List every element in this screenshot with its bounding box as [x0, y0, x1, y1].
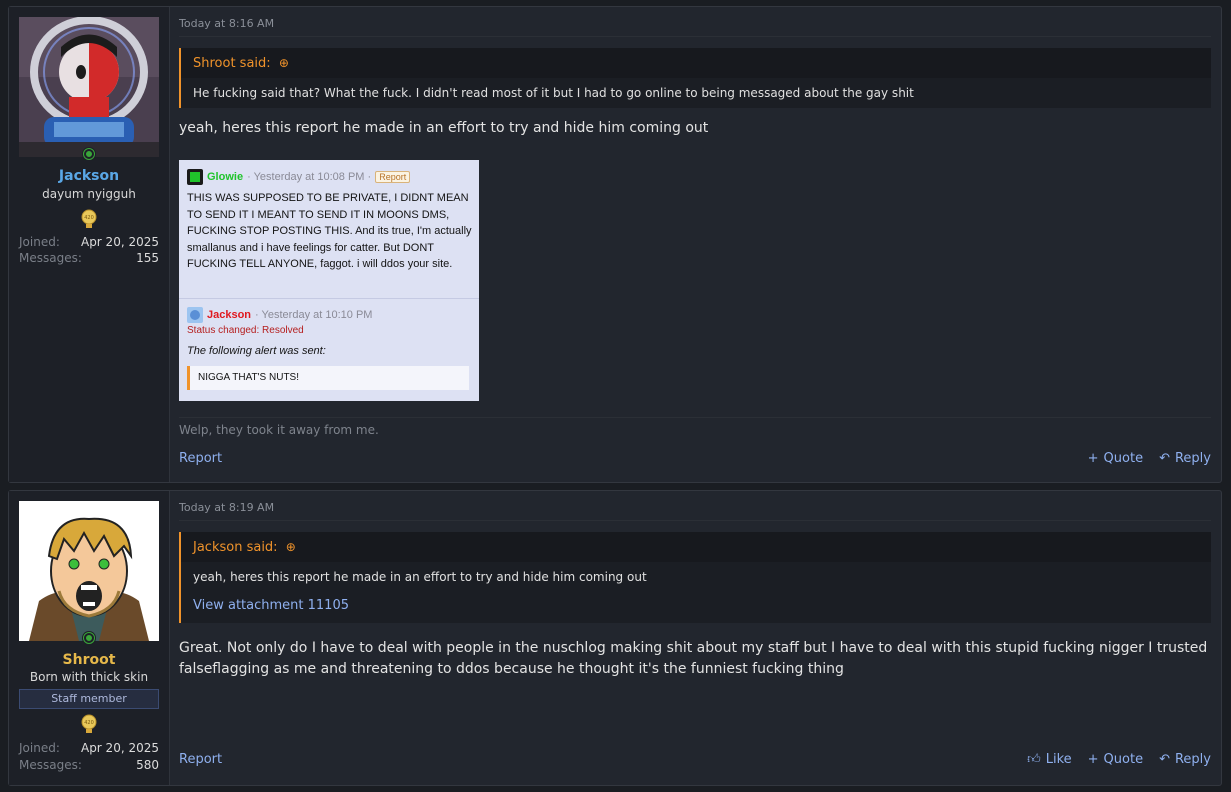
divider: [179, 298, 479, 299]
glowie-avatar-icon: [187, 169, 203, 185]
quote-button[interactable]: + Quote: [1088, 451, 1143, 466]
report-header: Glowie · Yesterday at 10:08 PM · Report: [187, 169, 411, 185]
arrow-up-circle-icon[interactable]: ⊕: [279, 56, 289, 70]
reporter-name: Glowie: [207, 171, 244, 183]
online-dot-icon: [82, 147, 96, 161]
report-button[interactable]: Report: [179, 451, 222, 466]
reply-label: Reply: [1174, 752, 1211, 767]
user-title: dayum nyigguh: [42, 187, 136, 201]
attachment-image[interactable]: Glowie · Yesterday at 10:08 PM · Report …: [179, 160, 479, 401]
messages-label: Messages:: [19, 758, 82, 772]
quote-button[interactable]: + Quote: [1088, 752, 1143, 767]
avatar[interactable]: [19, 17, 159, 157]
post-actions: Report + Quote ↶ Reply: [179, 451, 1211, 471]
post-date[interactable]: Today at 8:16 AM: [179, 17, 1211, 37]
svg-text:420: 420: [84, 720, 94, 726]
view-attachment-link[interactable]: View attachment 11105: [181, 592, 1211, 623]
quote-text: yeah, heres this report he made in an ef…: [193, 570, 647, 584]
quote-author[interactable]: Jackson said:: [193, 540, 278, 555]
quote-header[interactable]: Shroot said: ⊕: [181, 48, 1211, 78]
message-text: yeah, heres this report he made in an ef…: [179, 120, 709, 136]
reply-button[interactable]: ↶ Reply: [1159, 451, 1211, 466]
quote-label: Quote: [1103, 451, 1144, 466]
post-jackson: Jackson dayum nyigguh 420 Joined: Apr 20…: [8, 6, 1222, 483]
resolver-name: Jackson: [207, 309, 252, 321]
messages-stat: Messages: 155: [19, 251, 159, 265]
user-info-panel: Shroot Born with thick skin Staff member…: [9, 491, 170, 785]
report-button[interactable]: Report: [179, 752, 222, 767]
resolver-header: Jackson · Yesterday at 10:10 PM: [187, 307, 372, 323]
quote-block: Jackson said: ⊕ yeah, heres this report …: [179, 532, 1211, 623]
username[interactable]: Jackson: [9, 168, 169, 184]
message-column: Today at 8:16 AM Shroot said: ⊕ He fucki…: [179, 7, 1211, 482]
resolve-time: · Yesterday at 10:10 PM: [255, 309, 373, 321]
joined-label: Joined:: [19, 741, 60, 755]
report-time: · Yesterday at 10:08 PM ·: [247, 171, 372, 183]
jackson-avatar-icon: [187, 307, 203, 323]
thumbs-up-icon: 👍︎: [1027, 752, 1041, 767]
plus-icon: +: [1087, 752, 1099, 767]
messages-value[interactable]: 155: [136, 251, 159, 265]
like-button[interactable]: 👍︎ Like: [1027, 752, 1072, 767]
reply-arrow-icon: ↶: [1159, 451, 1170, 466]
arrow-up-circle-icon[interactable]: ⊕: [286, 540, 296, 554]
reply-button[interactable]: ↶ Reply: [1159, 752, 1211, 767]
quote-label: Quote: [1103, 752, 1144, 767]
reply-label: Reply: [1174, 451, 1211, 466]
svg-text:420: 420: [84, 215, 94, 221]
joined-stat: Joined: Apr 20, 2025: [19, 741, 159, 755]
status-text: Status changed: Resolved: [187, 325, 304, 336]
message-column: Today at 8:19 AM Jackson said: ⊕ yeah, h…: [179, 491, 1211, 785]
reply-arrow-icon: ↶: [1159, 752, 1170, 767]
post-actions: Report 👍︎ Like + Quote ↶ Reply: [179, 752, 1211, 772]
joined-value: Apr 20, 2025: [80, 741, 159, 755]
username[interactable]: Shroot: [9, 652, 169, 668]
quote-text: He fucking said that? What the fuck. I d…: [193, 86, 914, 100]
joined-label: Joined:: [19, 235, 60, 249]
quote-header[interactable]: Jackson said: ⊕: [181, 532, 1211, 562]
messages-label: Messages:: [19, 251, 82, 265]
plus-icon: +: [1087, 451, 1099, 466]
trophy-icon[interactable]: 420: [80, 209, 98, 229]
joined-stat: Joined: Apr 20, 2025: [19, 235, 159, 249]
alert-box: NIGGA THAT'S NUTS!: [187, 366, 469, 390]
joined-value: Apr 20, 2025: [80, 235, 159, 249]
like-label: Like: [1045, 752, 1072, 767]
messages-value[interactable]: 580: [136, 758, 159, 772]
staff-badge: Staff member: [19, 689, 159, 709]
report-text: THIS WAS SUPPOSED TO BE PRIVATE, I DIDNT…: [187, 192, 472, 270]
user-info-panel: Jackson dayum nyigguh 420 Joined: Apr 20…: [9, 7, 170, 482]
trophy-icon[interactable]: 420: [80, 714, 98, 734]
signature: Welp, they took it away from me.: [179, 417, 1211, 437]
alert-label: The following alert was sent:: [187, 345, 326, 357]
post-date[interactable]: Today at 8:19 AM: [179, 501, 1211, 521]
post-shroot: Shroot Born with thick skin Staff member…: [8, 490, 1222, 786]
online-dot-icon: [82, 631, 96, 645]
message-text: Great. Not only do I have to deal with p…: [179, 640, 1208, 677]
report-badge: Report: [375, 171, 411, 183]
user-title: Born with thick skin: [29, 670, 149, 684]
messages-stat: Messages: 580: [19, 758, 159, 772]
quote-author[interactable]: Shroot said:: [193, 56, 271, 71]
avatar[interactable]: [19, 501, 159, 641]
quote-block: Shroot said: ⊕ He fucking said that? Wha…: [179, 48, 1211, 108]
